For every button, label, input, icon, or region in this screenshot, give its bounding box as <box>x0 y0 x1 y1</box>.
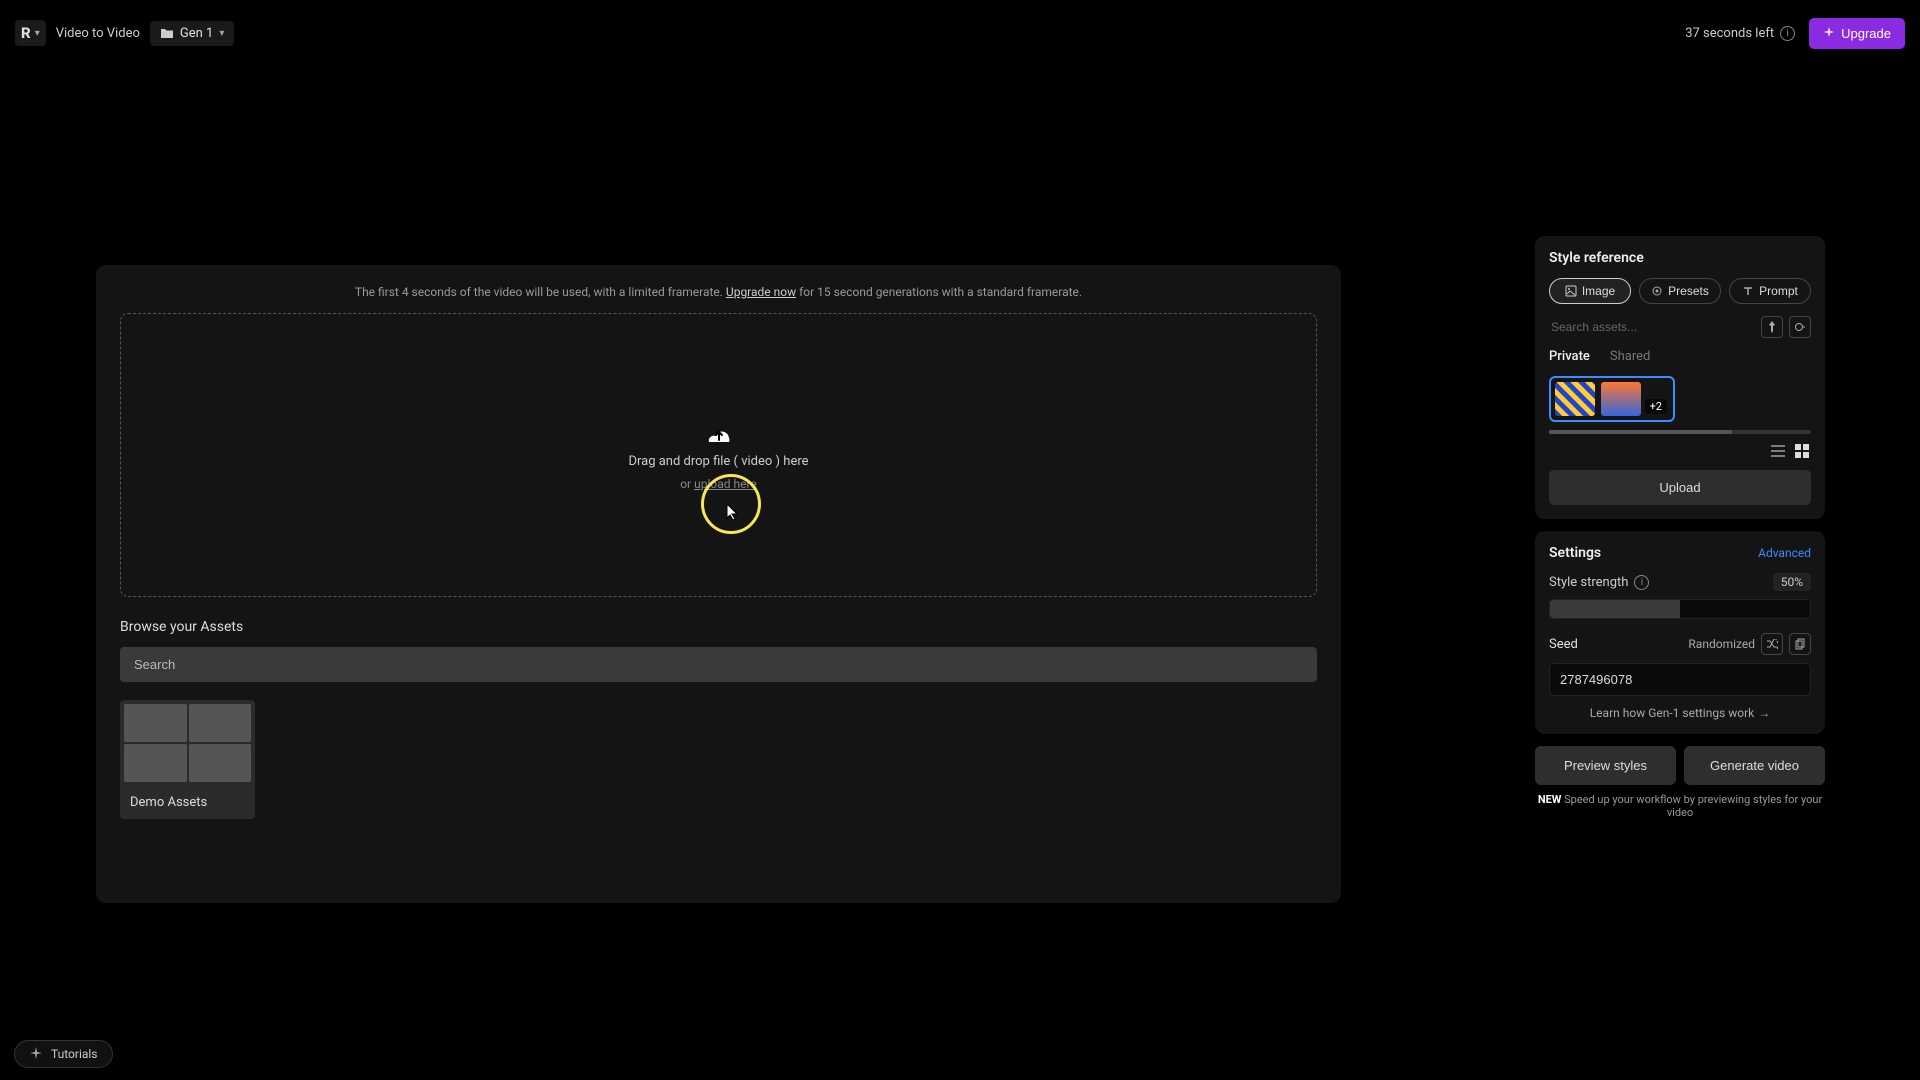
settings-title: Settings <box>1549 545 1601 561</box>
list-view-icon[interactable] <box>1769 442 1787 460</box>
info-icon[interactable]: i <box>1634 575 1649 590</box>
style-strength-value: 50% <box>1773 573 1811 591</box>
style-strength-slider[interactable] <box>1549 599 1811 619</box>
text-icon <box>1742 285 1754 297</box>
video-dropzone[interactable]: Drag and drop file ( video ) here or upl… <box>120 313 1317 597</box>
style-tab-presets[interactable]: Presets <box>1639 278 1721 304</box>
style-strength-label: Style strength <box>1549 575 1628 590</box>
image-icon <box>1565 285 1577 297</box>
style-reference-title: Style reference <box>1549 250 1811 266</box>
tutorials-button[interactable]: Tutorials <box>14 1040 113 1068</box>
preview-hint: NEW Speed up your workflow by previewing… <box>1535 793 1825 819</box>
folder-name: Gen 1 <box>180 26 213 41</box>
pin-button[interactable] <box>1761 316 1783 338</box>
settings-panel: Settings Advanced Style strength i 50% S… <box>1535 531 1825 734</box>
asset-thumbnails <box>120 700 255 786</box>
assets-tab-private[interactable]: Private <box>1549 349 1590 366</box>
folder-selector[interactable]: Gen 1 ▾ <box>150 21 235 46</box>
preview-styles-button[interactable]: Preview styles <box>1535 746 1676 785</box>
style-tab-image[interactable]: Image <box>1549 278 1631 304</box>
assets-tab-shared[interactable]: Shared <box>1610 349 1650 366</box>
upgrade-button[interactable]: Upgrade <box>1809 18 1905 49</box>
style-search-input[interactable] <box>1549 316 1755 339</box>
style-thumb-1 <box>1555 382 1595 416</box>
framerate-hint: The first 4 seconds of the video will be… <box>120 285 1317 299</box>
browse-assets-title: Browse your Assets <box>120 619 1317 635</box>
upload-cloud-icon <box>701 420 737 446</box>
arrow-right-icon: → <box>1758 706 1770 720</box>
seed-input[interactable] <box>1549 663 1811 696</box>
asset-folder-label: Demo Assets <box>120 786 255 819</box>
asset-search-input[interactable] <box>120 647 1317 682</box>
logo-icon: R <box>21 24 31 42</box>
topbar: R ▾ Video to Video Gen 1 ▾ 37 seconds le… <box>0 0 1920 66</box>
credits-remaining: 37 seconds left i <box>1685 26 1795 41</box>
learn-settings-link[interactable]: Learn how Gen-1 settings work→ <box>1549 706 1811 720</box>
advanced-link[interactable]: Advanced <box>1758 546 1811 560</box>
asset-folder-demo[interactable]: Demo Assets <box>120 700 255 819</box>
pin-icon <box>1767 321 1777 333</box>
upgrade-link[interactable]: Upgrade now <box>726 285 796 299</box>
app-menu[interactable]: R ▾ <box>15 20 46 46</box>
dropzone-subtext: or upload here <box>680 477 757 491</box>
sparkle-icon <box>29 1047 43 1061</box>
sort-button[interactable] <box>1789 316 1811 338</box>
style-thumb-2 <box>1601 382 1641 416</box>
copy-seed-button[interactable] <box>1789 633 1811 655</box>
sort-icon <box>1794 322 1806 332</box>
cursor-icon <box>725 502 741 522</box>
grid-view-icon[interactable] <box>1793 442 1811 460</box>
sparkle-icon <box>1823 27 1835 39</box>
main-panel: The first 4 seconds of the video will be… <box>96 265 1341 903</box>
chevron-down-icon: ▾ <box>219 28 224 39</box>
generate-video-button[interactable]: Generate video <box>1684 746 1825 785</box>
upload-style-button[interactable]: Upload <box>1549 470 1811 505</box>
style-tab-prompt[interactable]: Prompt <box>1729 278 1811 304</box>
folder-icon <box>160 27 174 39</box>
upload-here-link[interactable]: upload here <box>694 477 757 491</box>
asset-scrollbar[interactable] <box>1549 430 1811 434</box>
info-icon[interactable]: i <box>1780 26 1795 41</box>
randomized-label: Randomized <box>1688 637 1755 651</box>
shuffle-icon <box>1766 639 1778 649</box>
presets-icon <box>1651 285 1663 297</box>
right-sidebar: Style reference Image Presets Prompt <box>1535 236 1825 819</box>
shuffle-seed-button[interactable] <box>1761 633 1783 655</box>
dropzone-text: Drag and drop file ( video ) here <box>628 454 808 469</box>
breadcrumb[interactable]: Video to Video <box>56 26 140 41</box>
more-count-badge: +2 <box>1645 399 1667 414</box>
seed-label: Seed <box>1549 637 1578 652</box>
style-reference-panel: Style reference Image Presets Prompt <box>1535 236 1825 519</box>
selected-style-asset[interactable]: +2 <box>1549 376 1675 422</box>
chevron-down-icon: ▾ <box>35 28 40 39</box>
copy-icon <box>1795 638 1805 650</box>
